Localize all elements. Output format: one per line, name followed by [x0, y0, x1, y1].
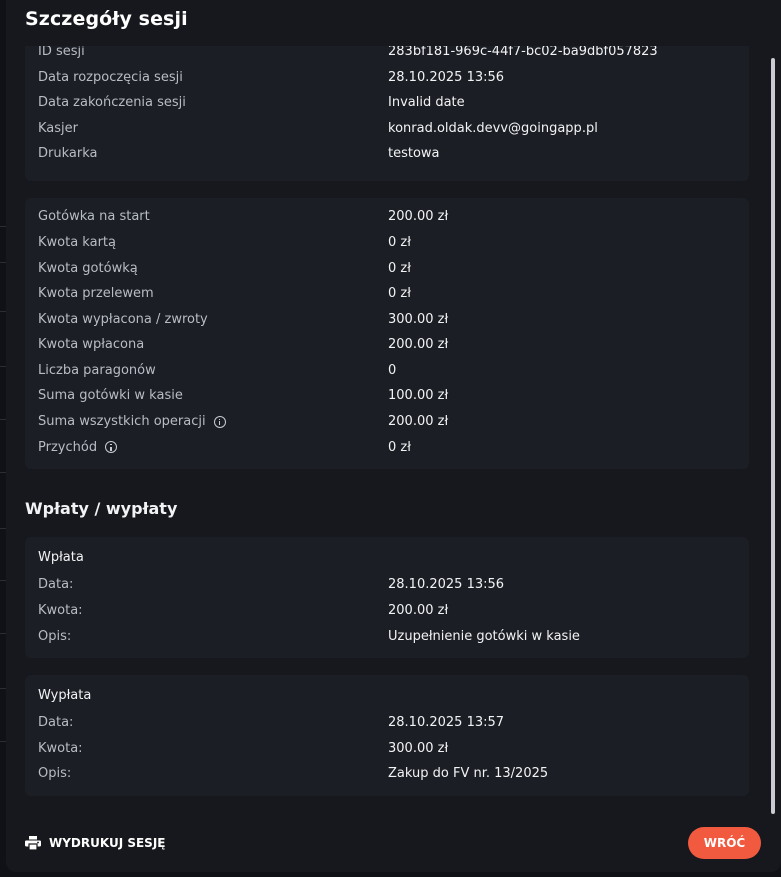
session-row: Drukarka testowa	[38, 144, 736, 166]
row-label: Opis:	[38, 766, 72, 781]
operation-type: Wpłata	[38, 550, 84, 565]
row-value: 0 zł	[388, 260, 411, 276]
operation-row: Kwota: 300.00 zł	[38, 739, 736, 761]
modal-title: Szczegóły sesji	[25, 8, 188, 30]
row-value: Uzupełnienie gotówki w kasie	[388, 628, 580, 644]
operation-row: Opis: Zakup do FV nr. 13/2025	[38, 764, 736, 786]
row-label: Liczba paragonów	[38, 362, 156, 378]
amount-row: Kwota wpłacona 200.00 zł	[38, 335, 736, 357]
session-row: Data zakończenia sesji Invalid date	[38, 93, 736, 115]
operation-card-withdrawal: Wypłata Data: 28.10.2025 13:57 Kwota: 30…	[25, 675, 749, 796]
row-value: 28.10.2025 13:57	[388, 715, 505, 730]
row-label-text: Suma wszystkich operacji	[38, 414, 206, 429]
row-label-with-info: Suma wszystkich operacji	[38, 414, 226, 429]
row-value: 100.00 zł	[388, 388, 449, 403]
info-icon[interactable]	[213, 415, 226, 428]
operation-type: Wypłata	[38, 688, 92, 703]
end-date-value: Invalid date	[388, 95, 465, 110]
operation-row: Kwota: 200.00 zł	[38, 601, 736, 623]
back-button[interactable]: WRÓĆ	[688, 827, 761, 859]
amount-row: Liczba paragonów 0	[38, 361, 736, 383]
modal-scroll-area[interactable]: ID sesji 283bf181-969c-44f7-bc02-ba9dbf0…	[6, 46, 781, 814]
session-row: Kasjer konrad.oldak.devv@goingapp.pl	[38, 119, 736, 141]
amount-row: Suma gotówki w kasie 100.00 zł	[38, 386, 736, 408]
row-value: 28.10.2025 13:56	[388, 577, 505, 592]
operation-card-deposit: Wpłata Data: 28.10.2025 13:56 Kwota: 200…	[25, 537, 749, 658]
print-session-label: WYDRUKUJ SESJĘ	[49, 836, 166, 850]
operations-section-title: Wpłaty / wypłaty	[25, 499, 178, 518]
row-value: 0 zł	[388, 235, 411, 250]
row-label: Kwota gotówką	[38, 260, 138, 276]
amount-row: Kwota gotówką 0 zł	[38, 259, 736, 281]
row-value: 300.00 zł	[388, 740, 449, 756]
row-label: Opis:	[38, 628, 72, 644]
amount-row: Kwota wypłacona / zwroty 300.00 zł	[38, 310, 736, 332]
row-label: Kasjer	[38, 120, 78, 136]
row-label: Kwota:	[38, 603, 83, 618]
row-label: Gotówka na start	[38, 209, 150, 224]
row-label: Data:	[38, 577, 74, 592]
row-value: 200.00 zł	[388, 337, 449, 352]
session-row: Data rozpoczęcia sesji 28.10.2025 13:56	[38, 68, 736, 90]
row-value: 200.00 zł	[388, 603, 449, 618]
row-label: Data rozpoczęcia sesji	[38, 69, 183, 85]
amount-row: Kwota kartą 0 zł	[38, 233, 736, 255]
amount-row: Kwota przelewem 0 zł	[38, 284, 736, 306]
row-value: 0	[388, 362, 397, 378]
operation-row: Data: 28.10.2025 13:56	[38, 575, 736, 597]
amount-row: Gotówka na start 200.00 zł	[38, 207, 736, 229]
row-label: Kwota wypłacona / zwroty	[38, 311, 208, 327]
row-label: Kwota przelewem	[38, 286, 154, 301]
amount-row: Przychód 0 zł	[38, 438, 736, 460]
row-label-text: Przychód	[38, 439, 98, 455]
session-row: ID sesji 283bf181-969c-44f7-bc02-ba9dbf0…	[38, 46, 736, 64]
row-label: Drukarka	[38, 146, 98, 161]
row-value: 200.00 zł	[388, 414, 449, 429]
printer-value: testowa	[388, 146, 440, 161]
scrollbar[interactable]	[771, 58, 775, 814]
row-value: 0 zł	[388, 286, 411, 301]
row-label: Kwota kartą	[38, 235, 116, 250]
row-label: Suma gotówki w kasie	[38, 388, 183, 403]
session-id-value: 283bf181-969c-44f7-bc02-ba9dbf057823	[388, 46, 658, 59]
row-value: 300.00 zł	[388, 311, 449, 327]
row-label-with-info: Przychód	[38, 439, 118, 455]
row-label: Kwota:	[38, 740, 83, 756]
start-date-value: 28.10.2025 13:56	[388, 69, 505, 85]
amounts-card: Gotówka na start 200.00 zł Kwota kartą 0…	[25, 198, 749, 469]
info-icon[interactable]	[105, 441, 118, 453]
row-label: Data:	[38, 715, 74, 730]
amount-row: Suma wszystkich operacji 200.00 zł	[38, 412, 736, 434]
operation-row: Opis: Uzupełnienie gotówki w kasie	[38, 627, 736, 649]
cashier-value: konrad.oldak.devv@goingapp.pl	[388, 120, 598, 136]
operation-row: Data: 28.10.2025 13:57	[38, 713, 736, 735]
print-session-button[interactable]: WYDRUKUJ SESJĘ	[25, 832, 166, 854]
row-label: Data zakończenia sesji	[38, 95, 186, 110]
row-label: Kwota wpłacona	[38, 337, 145, 352]
printer-icon	[25, 836, 41, 851]
session-info-card: ID sesji 283bf181-969c-44f7-bc02-ba9dbf0…	[25, 46, 749, 181]
row-value: 0 zł	[388, 439, 411, 455]
session-details-modal: Szczegóły sesji ID sesji 283bf181-969c-4…	[6, 0, 781, 872]
row-value: 200.00 zł	[388, 209, 449, 224]
row-label: ID sesji	[38, 46, 85, 59]
row-value: Zakup do FV nr. 13/2025	[388, 766, 549, 781]
